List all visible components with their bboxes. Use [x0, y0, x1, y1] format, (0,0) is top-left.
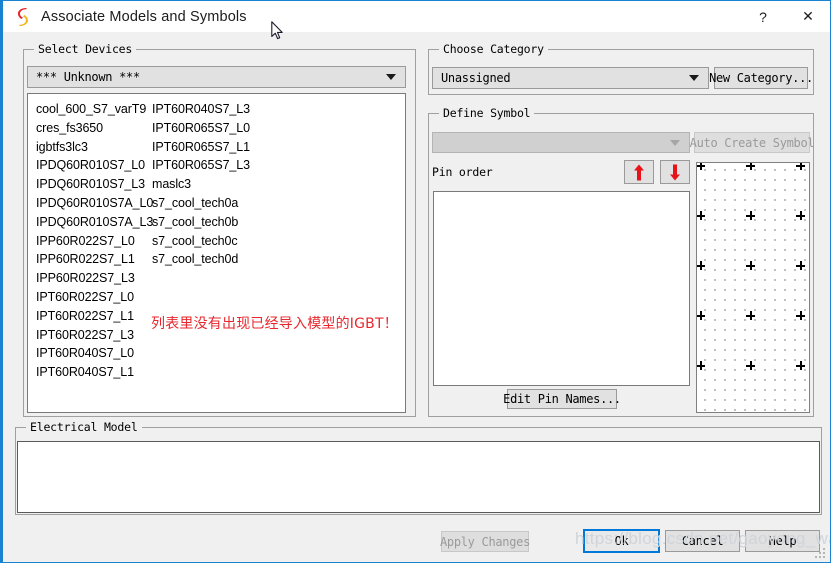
symbol-grid-cross: [746, 311, 755, 320]
symbol-grid-cross: [796, 211, 805, 220]
symbol-grid-cross: [796, 163, 805, 170]
apply-changes-button[interactable]: Apply Changes: [440, 531, 530, 552]
electrical-model-textbox[interactable]: [17, 441, 820, 513]
device-category-combo-value: *** Unknown ***: [36, 70, 140, 84]
symbol-grid-cross: [746, 163, 755, 170]
device-list-item[interactable]: IPP60R022S7_L0: [36, 232, 153, 251]
symbol-grid-cross: [796, 261, 805, 270]
symbol-grid-dots: [697, 163, 809, 412]
symbol-grid-cross: [746, 211, 755, 220]
device-list-item[interactable]: s7_cool_tech0c: [152, 232, 250, 251]
associate-models-and-symbols-window: Associate Models and Symbols ? ✕ Select …: [0, 0, 831, 563]
chevron-down-icon: [689, 75, 699, 81]
device-list-item[interactable]: igbtfs3lc3: [36, 138, 153, 157]
device-list-item[interactable]: IPP60R022S7_L1: [36, 250, 153, 269]
device-list-item[interactable]: s7_cool_tech0d: [152, 250, 250, 269]
help-titlebar-button[interactable]: ?: [741, 1, 785, 32]
edit-pin-names-button[interactable]: Edit Pin Names...: [503, 389, 621, 409]
select-devices-title: Select Devices: [34, 42, 137, 56]
move-up-button[interactable]: [624, 160, 654, 184]
symbol-grid-cross: [697, 163, 705, 170]
cancel-button[interactable]: Cancel: [665, 530, 740, 552]
resize-grip[interactable]: [815, 548, 826, 559]
device-list-item[interactable]: IPDQ60R010S7_L3: [36, 175, 153, 194]
device-list-item[interactable]: IPDQ60R010S7A_L3: [36, 213, 153, 232]
chevron-down-icon: [386, 74, 396, 80]
move-down-button[interactable]: [660, 160, 690, 184]
device-list-item[interactable]: IPDQ60R010S7A_L0: [36, 194, 153, 213]
device-list-item[interactable]: IPT60R040S7_L3: [152, 100, 250, 119]
choose-category-title: Choose Category: [439, 42, 548, 56]
device-list-item[interactable]: IPT60R040S7_L0: [36, 344, 153, 363]
ok-button[interactable]: Ok: [583, 529, 660, 553]
auto-create-symbol-button[interactable]: Auto Create Symbol: [690, 132, 815, 153]
symbol-grid-cross: [796, 361, 805, 370]
electrical-model-title: Electrical Model: [26, 420, 142, 434]
chevron-down-icon: [670, 139, 680, 146]
device-list-item[interactable]: cres_fs3650: [36, 119, 153, 138]
device-list-item[interactable]: maslc3: [152, 175, 250, 194]
symbol-preview-canvas[interactable]: [696, 162, 810, 413]
ltspice-s-logo-icon: [13, 7, 33, 27]
annotation-text: 列表里没有出现已经导入模型的IGBT！: [151, 316, 398, 332]
window-title: Associate Models and Symbols: [41, 8, 247, 25]
device-list-item[interactable]: s7_cool_tech0b: [152, 213, 250, 232]
category-combo[interactable]: Unassigned: [432, 67, 709, 89]
device-list-item[interactable]: IPP60R022S7_L3: [36, 269, 153, 288]
device-list-item[interactable]: cool_600_S7_varT9: [36, 100, 153, 119]
devices-column-right: IPT60R040S7_L3 IPT60R065S7_L0 IPT60R065S7_…: [152, 100, 250, 269]
symbol-grid-cross: [697, 361, 705, 370]
move-up-arrow-icon: [634, 164, 644, 180]
device-list-item[interactable]: IPT60R065S7_L0: [152, 119, 250, 138]
define-symbol-title: Define Symbol: [439, 106, 535, 120]
category-combo-value: Unassigned: [441, 71, 511, 85]
symbol-grid-cross: [697, 311, 705, 320]
titlebar: Associate Models and Symbols ? ✕: [3, 1, 830, 32]
close-icon[interactable]: ✕: [785, 1, 830, 32]
device-list-item[interactable]: IPT60R022S7_L3: [36, 326, 153, 345]
symbol-grid-cross: [697, 211, 705, 220]
devices-column-left: cool_600_S7_varT9 cres_fs3650 igbtfs3lc3 IP…: [36, 100, 153, 382]
device-list-item[interactable]: IPDQ60R010S7_L0: [36, 156, 153, 175]
device-list-item[interactable]: IPT60R022S7_L0: [36, 288, 153, 307]
symbol-grid-cross: [796, 311, 805, 320]
device-list-item[interactable]: s7_cool_tech0a: [152, 194, 250, 213]
new-category-button[interactable]: New Category...: [709, 67, 813, 89]
move-down-arrow-icon: [670, 164, 680, 180]
device-list-item[interactable]: IPT60R040S7_L1: [36, 363, 153, 382]
pin-order-listbox[interactable]: [433, 191, 690, 386]
device-category-combo[interactable]: *** Unknown ***: [27, 66, 406, 88]
symbol-grid-cross: [746, 361, 755, 370]
symbol-grid-cross: [697, 261, 705, 270]
pin-order-label: Pin order: [432, 165, 493, 179]
window-controls: ? ✕: [741, 1, 830, 32]
devices-listbox[interactable]: cool_600_S7_varT9 cres_fs3650 igbtfs3lc3 IP…: [27, 93, 406, 413]
symbol-combo[interactable]: [432, 132, 690, 153]
help-button[interactable]: Help: [745, 530, 820, 552]
device-list-item[interactable]: IPT60R022S7_L1: [36, 307, 153, 326]
symbol-grid-cross: [746, 261, 755, 270]
device-list-item[interactable]: IPT60R065S7_L1: [152, 138, 250, 157]
device-list-item[interactable]: IPT60R065S7_L3: [152, 156, 250, 175]
